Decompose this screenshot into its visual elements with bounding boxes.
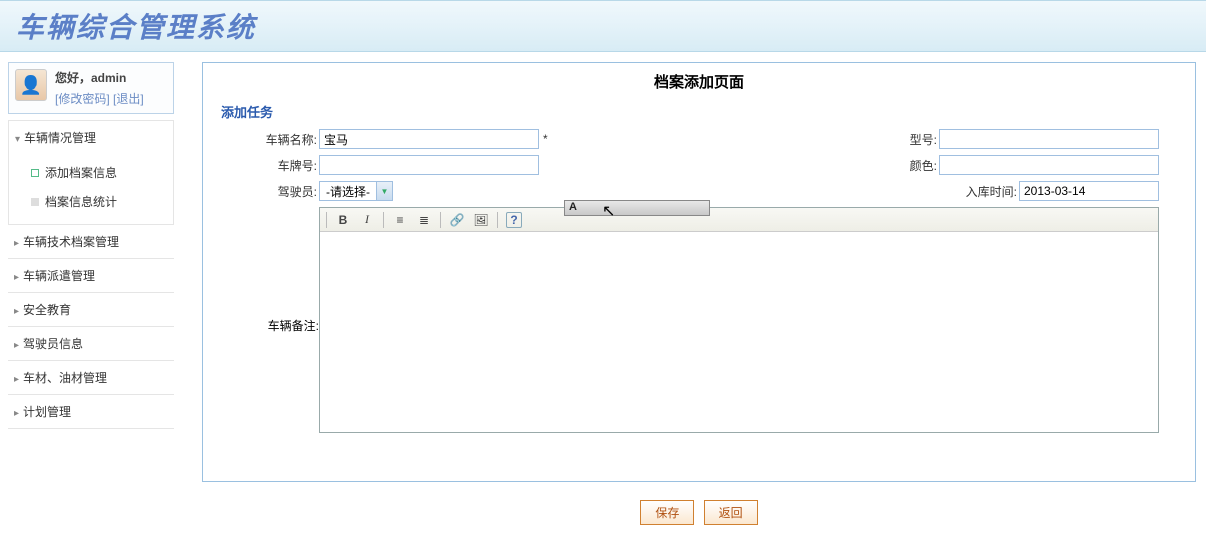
editor-toolbar: B I ≡ ≣ 🔗 🖼 ? — [320, 208, 1158, 232]
change-password-link[interactable]: [修改密码] — [55, 92, 110, 106]
nav-materials[interactable]: 车材、油材管理 — [8, 361, 174, 395]
bold-button[interactable]: B — [335, 212, 351, 228]
sub-label: 档案信息统计 — [45, 193, 117, 210]
help-button[interactable]: ? — [506, 212, 522, 228]
chevron-right-icon — [14, 269, 19, 283]
nav-plan[interactable]: 计划管理 — [8, 395, 174, 429]
model-label: 型号: — [859, 131, 939, 148]
sidebar: 👤 您好，admin [修改密码] [退出] 车辆情况管理 添加档案信息 档案信… — [0, 52, 182, 535]
ime-candidate-box[interactable]: A — [564, 200, 710, 216]
unordered-list-button[interactable]: ≣ — [416, 212, 432, 228]
vehicle-name-input[interactable] — [319, 129, 539, 149]
entry-time-input[interactable] — [1019, 181, 1159, 201]
nav-add-archive[interactable]: 添加档案信息 — [27, 158, 173, 187]
nav-label: 计划管理 — [23, 403, 71, 420]
chevron-right-icon — [14, 303, 19, 317]
greeting-text: 您好，admin — [55, 69, 144, 86]
entry-time-label: 入库时间: — [939, 183, 1019, 200]
save-button[interactable]: 保存 — [640, 500, 694, 525]
chevron-right-icon — [14, 405, 19, 419]
chevron-right-icon — [14, 371, 19, 385]
italic-button[interactable]: I — [359, 212, 375, 228]
user-card: 👤 您好，admin [修改密码] [退出] — [8, 62, 174, 114]
nav-label: 车辆情况管理 — [24, 129, 96, 146]
section-legend: 添加任务 — [221, 102, 1177, 121]
nav-label: 安全教育 — [23, 301, 71, 318]
nav-tech-archive[interactable]: 车辆技术档案管理 — [8, 225, 174, 259]
page-title: 档案添加页面 — [221, 67, 1177, 102]
driver-label: 驾驶员: — [239, 183, 319, 200]
driver-selected-text: -请选择- — [320, 183, 376, 200]
avatar-icon: 👤 — [15, 69, 47, 101]
content-panel: 档案添加页面 添加任务 车辆名称: * 型号: 车牌号: — [202, 62, 1196, 482]
link-button[interactable]: 🔗 — [449, 212, 465, 228]
dropdown-arrow-icon: ▼ — [376, 182, 392, 200]
logout-link[interactable]: [退出] — [113, 92, 144, 106]
plate-label: 车牌号: — [239, 157, 319, 174]
nav-driver-info[interactable]: 驾驶员信息 — [8, 327, 174, 361]
ordered-list-button[interactable]: ≡ — [392, 212, 408, 228]
back-button[interactable]: 返回 — [704, 500, 758, 525]
nav-dispatch[interactable]: 车辆派遣管理 — [8, 259, 174, 293]
nav-label: 车材、油材管理 — [23, 369, 107, 386]
chevron-right-icon — [14, 337, 19, 351]
nav-label: 车辆技术档案管理 — [23, 233, 119, 250]
vehicle-name-label: 车辆名称: — [239, 131, 319, 148]
nav-vehicle-status[interactable]: 车辆情况管理 — [8, 120, 174, 154]
sub-label: 添加档案信息 — [45, 164, 117, 181]
image-button[interactable]: 🖼 — [473, 212, 489, 228]
nav-label: 车辆派遣管理 — [23, 267, 95, 284]
nav-safety[interactable]: 安全教育 — [8, 293, 174, 327]
remark-label: 车辆备注: — [239, 207, 319, 433]
chevron-down-icon — [15, 131, 20, 145]
nav-archive-stats[interactable]: 档案信息统计 — [27, 187, 173, 216]
color-label: 颜色: — [859, 157, 939, 174]
required-mark: * — [539, 132, 548, 146]
driver-select[interactable]: -请选择- ▼ — [319, 181, 393, 201]
model-input[interactable] — [939, 129, 1159, 149]
app-banner: 车辆综合管理系统 — [0, 0, 1206, 52]
rich-text-editor: B I ≡ ≣ 🔗 🖼 ? — [319, 207, 1159, 433]
color-input[interactable] — [939, 155, 1159, 175]
plate-input[interactable] — [319, 155, 539, 175]
bullet-icon — [31, 198, 39, 206]
app-title: 车辆综合管理系统 — [16, 6, 256, 46]
editor-body[interactable] — [320, 232, 1158, 432]
chevron-right-icon — [14, 235, 19, 249]
nav-vehicle-status-submenu: 添加档案信息 档案信息统计 — [8, 154, 174, 225]
bullet-active-icon — [31, 169, 39, 177]
nav-label: 驾驶员信息 — [23, 335, 83, 352]
